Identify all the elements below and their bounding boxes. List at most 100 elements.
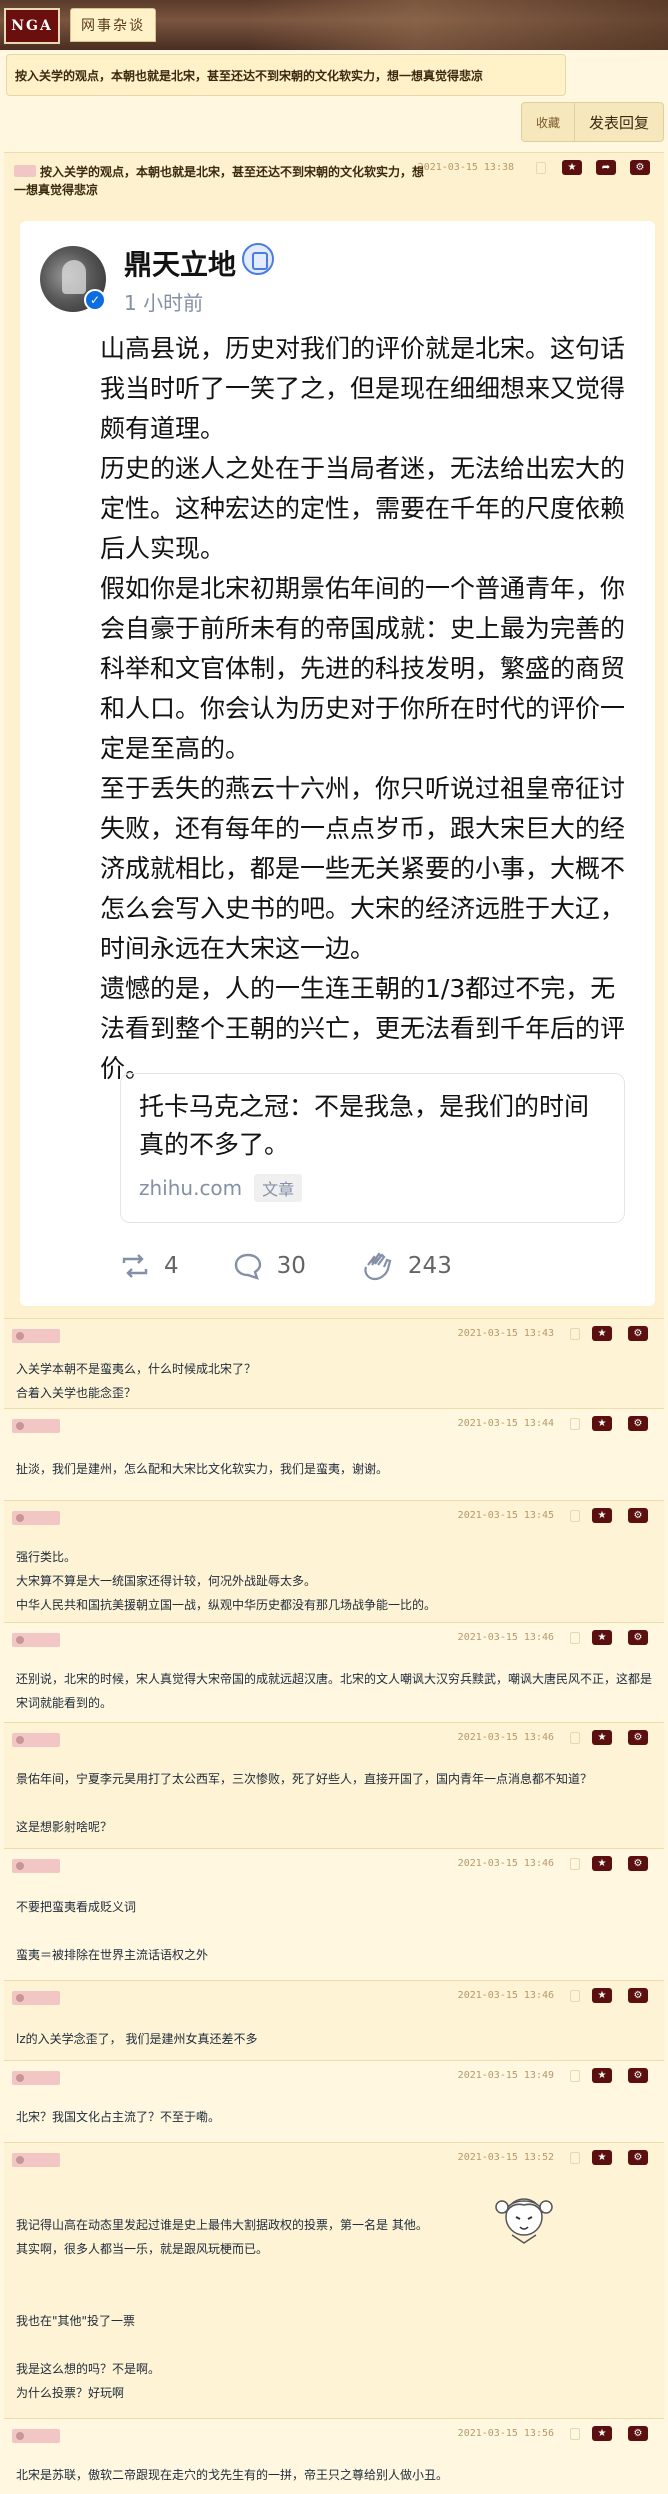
like-count: 243 (407, 1253, 452, 1279)
user-tag[interactable] (12, 2153, 60, 2167)
gear-icon[interactable]: ⚙ (628, 1508, 648, 1523)
gear-icon[interactable]: ⚙ (628, 1416, 648, 1431)
gear-icon[interactable]: ⚙ (630, 160, 650, 175)
zhihu-card[interactable]: ✓ 鼎天立地 1 小时前 山高县说，历史对我们的评价就是北宋。这句话我当时听了一… (20, 221, 655, 1306)
paragraph: 假如你是北宋初期景佑年间的一个普通青年，你会自豪于前所未有的帝国成就：史上最为完… (100, 574, 626, 763)
like-icon[interactable] (570, 1632, 580, 1644)
main-post: 按入关学的观点，本朝也就是北宋，甚至还达不到宋朝的文化软实力，想一想真觉得悲凉 … (4, 152, 664, 1320)
reply-post: 2021-03-15 13:46 ★ ⚙ 不要把蛮夷看成贬义词 蛮夷＝被排除在世… (4, 1848, 664, 1980)
gear-icon[interactable]: ⚙ (628, 1730, 648, 1745)
user-tag[interactable] (12, 2429, 60, 2443)
paragraph: 山高县说，历史对我们的评价就是北宋。这句话我当时听了一笑了之，但是现在细细想来又… (100, 334, 626, 443)
gear-icon[interactable]: ⚙ (628, 1630, 648, 1645)
reply-post: 2021-03-15 13:56 ★ ⚙ 北宋是苏联，傲软二帝跟现在走穴的戈先生… (4, 2418, 664, 2494)
user-tag[interactable] (12, 1633, 60, 1647)
user-tag[interactable] (12, 1329, 60, 1343)
reply-header: 2021-03-15 13:45 ★ ⚙ (4, 1501, 664, 1531)
like-icon[interactable] (570, 1858, 580, 1870)
main-post-title-text: 按入关学的观点，本朝也就是北宋，甚至还达不到宋朝的文化软实力，想一想真觉得悲凉 (14, 165, 425, 197)
card-stats: 4 30 243 (120, 1251, 506, 1281)
favorite-button[interactable]: 收藏 (522, 103, 575, 141)
like-icon[interactable] (570, 1732, 580, 1744)
like-icon[interactable] (536, 162, 546, 174)
like-icon[interactable] (570, 2428, 580, 2440)
reply-body: 强行类比。 大宋算不算是大一统国家还得计较，何况外战趾辱太多。 中华人民共和国抗… (16, 1550, 437, 1612)
reply-body: 景佑年间，宁夏李元昊用打了太公西军，三次惨败，死了好些人，直接开国了，国内青年一… (16, 1772, 593, 1834)
user-tag[interactable] (12, 1991, 60, 2005)
reply-body: 北宋？我国文化占主流了？不至于嘞。 (16, 2110, 221, 2124)
reply-button[interactable]: 发表回复 (575, 103, 663, 141)
paragraph: 至于丢失的燕云十六州，你只听说过祖皇帝征讨失败，还有每年的一点点岁币，跟大宋巨大… (100, 774, 626, 963)
like-icon[interactable] (570, 2070, 580, 2082)
reply-header: 2021-03-15 13:49 ★ ⚙ (4, 2061, 664, 2091)
favorite-icon[interactable]: ★ (592, 2068, 612, 2083)
like-icon[interactable] (570, 1510, 580, 1522)
gear-icon[interactable]: ⚙ (628, 1856, 648, 1871)
thread-title-breadcrumb[interactable]: 按入关学的观点，本朝也就是北宋，甚至还达不到宋朝的文化软实力，想一想真觉得悲凉 (6, 54, 566, 96)
repost-count: 4 (164, 1253, 179, 1279)
quoted-title: 托卡马克之冠：不是我急，是我们的时间真的不多了。 (139, 1092, 590, 1159)
favorite-icon[interactable]: ★ (592, 1730, 612, 1745)
like-icon[interactable] (570, 1328, 580, 1340)
site-banner: NGA 网事杂谈 (0, 0, 668, 50)
reply-body: 我记得山高在动态里发起过谁是史上最伟大割据政权的投票，第一名是 其他。 其实啊，… (16, 2218, 428, 2400)
user-tag[interactable] (12, 1419, 60, 1433)
card-body: 山高县说，历史对我们的评价就是北宋。这句话我当时听了一笑了之，但是现在细细想来又… (100, 329, 630, 1089)
comment-stat[interactable]: 30 (233, 1252, 306, 1280)
share-icon[interactable]: ➦ (596, 160, 616, 175)
favorite-icon[interactable]: ★ (592, 2150, 612, 2165)
gear-icon[interactable]: ⚙ (628, 2068, 648, 2083)
favorite-icon[interactable]: ★ (592, 1416, 612, 1431)
post-ago: 1 小时前 (124, 291, 204, 315)
reply-post: 2021-03-15 13:45 ★ ⚙ 强行类比。 大宋算不算是大一统国家还得… (4, 1500, 664, 1622)
favorite-icon[interactable]: ★ (592, 1856, 612, 1871)
author-name[interactable]: 鼎天立地 (124, 243, 236, 283)
favorite-icon[interactable]: ★ (592, 1988, 612, 2003)
medal-icon (242, 243, 274, 275)
reply-header: 2021-03-15 13:46 ★ ⚙ (4, 1981, 664, 2011)
gear-icon[interactable]: ⚙ (628, 2150, 648, 2165)
reply-body: 扯淡，我们是建州，怎么配和大宋比文化软实力，我们是蛮夷，谢谢。 (16, 1462, 389, 1476)
post-time: 2021-03-15 13:43 (457, 1328, 554, 1339)
reply-body: lz的入关学念歪了， 我们是建州女真还差不多 (16, 2032, 258, 2046)
reply-header: 2021-03-15 13:46 ★ ⚙ (4, 1849, 664, 1879)
favorite-icon[interactable]: ★ (592, 2426, 612, 2441)
favorite-icon[interactable]: ★ (592, 1630, 612, 1645)
reply-post: 2021-03-15 13:43 ★ ⚙ 入关学本朝不是蛮夷么，什么时候成北宋了… (4, 1318, 664, 1408)
quoted-article[interactable]: 托卡马克之冠：不是我急，是我们的时间真的不多了。 zhihu.com 文章 (120, 1073, 625, 1223)
post-time: 2021-03-15 13:44 (457, 1418, 554, 1429)
user-tag[interactable] (12, 1511, 60, 1525)
like-icon[interactable] (570, 2152, 580, 2164)
thread-actions: 收藏 发表回复 (520, 102, 664, 142)
site-logo[interactable]: NGA (4, 8, 60, 44)
like-stat[interactable]: 243 (360, 1251, 452, 1281)
repost-icon (122, 1254, 148, 1278)
like-icon[interactable] (570, 1990, 580, 2002)
user-tag[interactable] (12, 1859, 60, 1873)
gear-icon[interactable]: ⚙ (628, 2426, 648, 2441)
comment-icon (234, 1253, 261, 1280)
verified-icon: ✓ (84, 289, 106, 311)
reply-post: 2021-03-15 13:46 ★ ⚙ lz的入关学念歪了， 我们是建州女真还… (4, 1980, 664, 2060)
post-time: 2021-03-15 13:52 (457, 2152, 554, 2163)
reply-post: 2021-03-15 13:52 ★ ⚙ 我记得山高在动态里发起过谁是史上最伟大… (4, 2142, 664, 2418)
forum-tab[interactable]: 网事杂谈 (70, 8, 156, 42)
reply-header: 2021-03-15 13:46 ★ ⚙ (4, 1623, 664, 1653)
user-tag[interactable] (12, 2071, 60, 2085)
reply-body: 北宋是苏联，傲软二帝跟现在走穴的戈先生有的一拼，帝王只之尊给别人做小丑。 (16, 2468, 449, 2482)
reply-post: 2021-03-15 13:46 ★ ⚙ 还别说，北宋的时候，宋人真觉得大宋帝国… (4, 1622, 664, 1722)
gear-icon[interactable]: ⚙ (628, 1326, 648, 1341)
user-tag[interactable] (12, 1733, 60, 1747)
post-time: 2021-03-15 13:46 (457, 1990, 554, 2001)
gear-icon[interactable]: ⚙ (628, 1988, 648, 2003)
favorite-icon[interactable]: ★ (592, 1326, 612, 1341)
repost-stat[interactable]: 4 (120, 1253, 179, 1279)
favorite-icon[interactable]: ★ (562, 160, 582, 175)
post-time: 2021-03-15 13:46 (457, 1858, 554, 1869)
reply-header: 2021-03-15 13:52 ★ ⚙ (4, 2143, 664, 2173)
like-icon[interactable] (570, 1418, 580, 1430)
favorite-icon[interactable]: ★ (592, 1508, 612, 1523)
reply-post: 2021-03-15 13:49 ★ ⚙ 北宋？我国文化占主流了？不至于嘞。 (4, 2060, 664, 2142)
post-time: 2021-03-15 13:38 (417, 162, 514, 173)
post-time: 2021-03-15 13:46 (457, 1632, 554, 1643)
